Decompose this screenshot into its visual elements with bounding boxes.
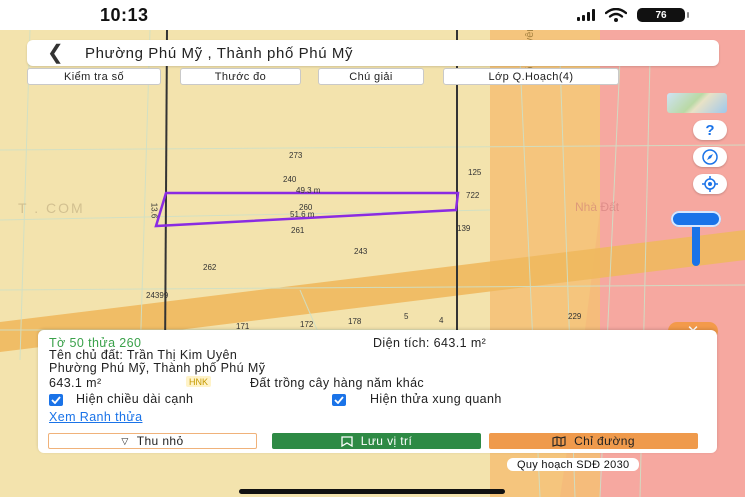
collapse-button[interactable]: ▽ Thu nhỏ bbox=[48, 433, 257, 449]
crosshair-icon bbox=[702, 176, 718, 192]
basemap-switch-icon[interactable] bbox=[667, 93, 727, 113]
directions-button[interactable]: Chỉ đường bbox=[489, 433, 698, 449]
help-button[interactable]: ? bbox=[693, 120, 727, 140]
parcel-label-229: 229 bbox=[568, 312, 582, 321]
parcel-label-125: 125 bbox=[468, 168, 482, 177]
save-location-label: Lưu vị trí bbox=[360, 434, 413, 448]
opacity-slider-handle[interactable] bbox=[671, 211, 721, 227]
owner-name: Tên chủ đất: Trần Thị Kim Uyên bbox=[49, 348, 238, 362]
compass-button[interactable] bbox=[693, 147, 727, 167]
compass-icon bbox=[702, 149, 718, 165]
back-icon[interactable]: ❮ bbox=[47, 43, 67, 63]
watermark-left: T . COM bbox=[18, 200, 85, 216]
wifi-icon bbox=[605, 8, 627, 22]
show-edges-label[interactable]: Hiện chiều dài cạnh bbox=[76, 392, 193, 406]
area-value: 643.1 m² bbox=[49, 376, 102, 390]
status-bar: 10:13 76 bbox=[0, 0, 745, 30]
top-bar: ❮ Phường Phú Mỹ , Thành phố Phú Mỹ bbox=[27, 40, 719, 66]
edge-length-left: 13.6 bbox=[149, 202, 159, 219]
save-location-button[interactable]: Lưu vị trí bbox=[272, 433, 481, 449]
show-neighbors-checkbox[interactable] bbox=[332, 394, 346, 406]
parcel-label-262: 262 bbox=[203, 263, 217, 272]
parcel-label-273: 273 bbox=[289, 151, 303, 160]
edge-length-bottom: 51.6 m bbox=[290, 210, 315, 219]
show-edges-checkbox[interactable] bbox=[49, 394, 63, 406]
check-icon bbox=[51, 396, 61, 404]
location-title: Phường Phú Mỹ , Thành phố Phú Mỹ bbox=[85, 44, 354, 62]
parcel-label-243: 243 bbox=[354, 247, 368, 256]
parcel-address: Phường Phú Mỹ, Thành phố Phú Mỹ bbox=[49, 361, 266, 375]
bookmark-icon bbox=[341, 435, 353, 447]
directions-label: Chỉ đường bbox=[574, 434, 635, 448]
check-number-button[interactable]: Kiểm tra số bbox=[27, 68, 161, 85]
edge-length-top: 49.3 m bbox=[296, 186, 321, 195]
measure-button[interactable]: Thước đo bbox=[180, 68, 301, 85]
home-indicator[interactable] bbox=[239, 489, 505, 494]
legend-button[interactable]: Chú giải bbox=[318, 68, 424, 85]
watermark-right: Nhà Đất bbox=[575, 200, 620, 214]
map-icon bbox=[552, 435, 566, 447]
triangle-down-icon: ▽ bbox=[121, 435, 129, 446]
battery-icon: 76 bbox=[637, 8, 689, 22]
planning-layer-badge[interactable]: Quy hoạch SDĐ 2030 bbox=[507, 458, 640, 471]
parcel-label-5: 5 bbox=[404, 312, 409, 321]
parcel-label-4: 4 bbox=[439, 316, 444, 325]
parcel-label-172: 172 bbox=[300, 320, 314, 329]
parcel-label-139: 139 bbox=[457, 224, 471, 233]
view-boundary-link[interactable]: Xem Ranh thửa bbox=[49, 410, 142, 424]
parcel-label-178: 178 bbox=[348, 317, 362, 326]
parcel-label-261: 261 bbox=[291, 226, 305, 235]
status-time: 10:13 bbox=[100, 4, 149, 25]
land-type: Đất trồng cây hàng năm khác bbox=[250, 376, 425, 390]
cellular-signal-icon bbox=[577, 9, 595, 21]
area-summary: Diện tích: 643.1 m² bbox=[373, 336, 487, 350]
land-code-badge: HNK bbox=[186, 376, 212, 387]
parcel-label-722: 722 bbox=[466, 191, 480, 200]
show-neighbors-label[interactable]: Hiện thửa xung quanh bbox=[370, 392, 502, 406]
status-icons: 76 bbox=[577, 8, 689, 22]
planning-layers-button[interactable]: Lớp Q.Hoạch(4) bbox=[443, 68, 619, 85]
parcel-label-24399: 24399 bbox=[146, 291, 169, 300]
my-location-button[interactable] bbox=[693, 174, 727, 194]
check-icon bbox=[334, 396, 344, 404]
collapse-label: Thu nhỏ bbox=[136, 434, 184, 448]
parcel-label-240: 240 bbox=[283, 175, 297, 184]
help-icon: ? bbox=[705, 121, 715, 139]
